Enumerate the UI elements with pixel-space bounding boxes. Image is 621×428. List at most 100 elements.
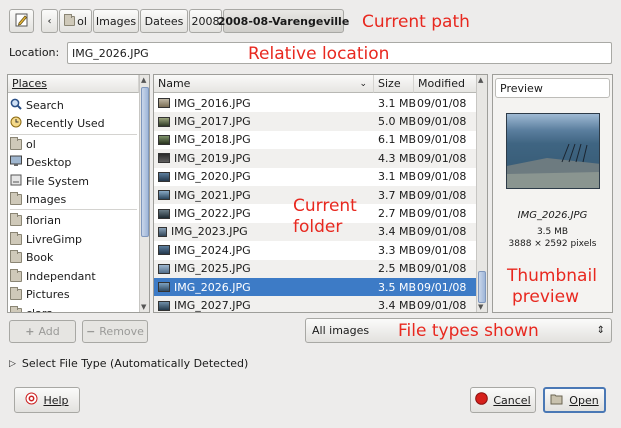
file-row[interactable]: IMG_2016.JPG 3.1 MB 09/01/08	[154, 94, 476, 112]
places-item-label: Images	[26, 192, 67, 206]
file-modified: 09/01/08	[417, 207, 467, 221]
back-button[interactable]: ‹	[41, 9, 58, 33]
annotation-thumbnail-line1: Thumbnail	[507, 266, 597, 286]
image-thumbnail-icon	[158, 263, 170, 274]
remove-bookmark-button[interactable]: − Remove	[82, 320, 148, 343]
file-size: 4.3 MB	[378, 151, 417, 165]
select-file-type-label: Select File Type (Automatically Detected…	[21, 357, 249, 370]
file-modified: 09/01/08	[417, 96, 467, 110]
image-thumbnail-icon	[158, 171, 170, 182]
folder-icon	[10, 212, 22, 226]
places-item-label: File System	[26, 174, 89, 188]
places-separator	[10, 209, 137, 210]
sort-down-arrow-icon: ⌄	[359, 78, 367, 89]
file-size: 3.1 MB	[378, 170, 417, 184]
places-header[interactable]: Places	[8, 75, 139, 93]
places-item-recently-used[interactable]: Recently Used	[10, 114, 105, 132]
places-item-pictures[interactable]: Pictures	[10, 285, 70, 303]
places-item-book[interactable]: Book	[10, 248, 53, 266]
select-file-type-expander[interactable]: ▷ Select File Type (Automatically Detect…	[9, 357, 248, 370]
image-thumbnail-icon	[158, 226, 167, 237]
location-value: IMG_2026.JPG	[72, 46, 149, 60]
places-pane: Places Search Recently Used ol Desktop F…	[7, 74, 150, 313]
help-label: Help	[43, 393, 69, 407]
file-size: 3.4 MB	[378, 299, 417, 313]
file-modified: 09/01/08	[417, 170, 467, 184]
expander-arrow-icon: ▷	[9, 358, 16, 369]
file-row[interactable]: IMG_2017.JPG 5.0 MB 09/01/08	[154, 112, 476, 131]
file-modified: 09/01/08	[417, 225, 467, 239]
open-button[interactable]: Open	[543, 387, 606, 413]
places-item-ol[interactable]: ol	[10, 135, 36, 153]
file-size: 3.1 MB	[378, 96, 417, 110]
column-header-name[interactable]: Name ⌄	[154, 75, 374, 93]
file-name: IMG_2017.JPG	[158, 115, 251, 128]
annotation-current-folder-line2: folder	[293, 217, 343, 237]
file-row-selected[interactable]: IMG_2026.JPG 3.5 MB 09/01/08	[154, 278, 476, 297]
places-item-clara[interactable]: clara	[10, 304, 53, 312]
scroll-down-arrow-icon[interactable]: ▼	[478, 303, 483, 311]
file-name-text: IMG_2022.JPG	[174, 207, 251, 221]
places-scrollbar[interactable]: ▲ ▼	[139, 75, 149, 312]
help-button[interactable]: Help	[14, 387, 80, 413]
places-item-file-system[interactable]: File System	[10, 172, 89, 190]
scroll-up-arrow-icon[interactable]: ▲	[478, 76, 483, 84]
breadcrumb-label: 2008	[191, 14, 220, 28]
file-size: 3.5 MB	[378, 280, 417, 294]
places-item-desktop[interactable]: Desktop	[10, 153, 71, 171]
column-header-modified[interactable]: Modified	[414, 75, 477, 93]
places-item-livregimp[interactable]: LivreGimp	[10, 230, 82, 248]
places-item-independant[interactable]: Independant	[10, 267, 96, 285]
column-header-size[interactable]: Size	[374, 75, 414, 93]
breadcrumb-label: Images	[95, 14, 137, 28]
file-size: 2.7 MB	[378, 207, 417, 221]
breadcrumb-images[interactable]: Images	[93, 9, 139, 33]
file-size: 3.3 MB	[378, 243, 417, 257]
places-item-images[interactable]: Images	[10, 190, 66, 208]
file-row[interactable]: IMG_2024.JPG 3.3 MB 09/01/08	[154, 241, 476, 259]
scroll-up-arrow-icon[interactable]: ▲	[141, 76, 146, 84]
file-name: IMG_2024.JPG	[158, 244, 251, 257]
filter-value: All images	[312, 324, 370, 337]
image-thumbnail-icon	[158, 300, 170, 311]
places-item-label: Search	[26, 98, 64, 112]
places-item-florian[interactable]: florian	[10, 211, 61, 229]
file-name-text: IMG_2026.JPG	[174, 280, 251, 294]
file-modified: 09/01/08	[417, 188, 467, 202]
file-row[interactable]: IMG_2018.JPG 6.1 MB 09/01/08	[154, 131, 476, 149]
breadcrumb-label: ol	[77, 14, 87, 28]
file-size: 5.0 MB	[378, 115, 417, 129]
breadcrumb-label: 2008-08-Varengeville	[217, 14, 350, 28]
file-list-scrollbar[interactable]: ▲ ▼	[476, 75, 487, 312]
file-row[interactable]: IMG_2020.JPG 3.1 MB 09/01/08	[154, 168, 476, 186]
file-name-text: IMG_2018.JPG	[174, 133, 251, 147]
minus-icon: −	[86, 325, 96, 338]
cancel-label: Cancel	[493, 393, 531, 407]
file-name: IMG_2026.JPG	[158, 281, 251, 294]
file-row[interactable]: IMG_2025.JPG 2.5 MB 09/01/08	[154, 259, 476, 278]
cancel-button[interactable]: Cancel	[470, 387, 536, 413]
breadcrumb-datees[interactable]: Datees	[140, 9, 188, 33]
edit-location-button[interactable]	[9, 9, 34, 33]
annotation-current-folder-line1: Current	[293, 196, 357, 216]
file-row[interactable]: IMG_2027.JPG 3.4 MB 09/01/08	[154, 296, 476, 313]
image-thumbnail-icon	[158, 190, 170, 201]
file-name: IMG_2021.JPG	[158, 189, 251, 202]
annotation-thumbnail-line2: preview	[512, 287, 580, 307]
file-size: 3.4 MB	[378, 225, 417, 239]
add-bookmark-button[interactable]: + Add	[9, 320, 76, 343]
places-item-label: Independant	[26, 269, 96, 283]
places-item-label: florian	[26, 213, 61, 227]
home-folder-icon	[64, 14, 76, 26]
breadcrumb-label: Datees	[144, 14, 184, 28]
file-row[interactable]: IMG_2019.JPG 4.3 MB 09/01/08	[154, 149, 476, 168]
places-scroll-thumb[interactable]	[141, 87, 149, 237]
pencil-icon	[15, 13, 29, 30]
cancel-icon	[475, 392, 489, 408]
scroll-down-arrow-icon[interactable]: ▼	[141, 303, 146, 311]
file-list-scroll-thumb[interactable]	[478, 271, 486, 303]
places-item-search[interactable]: Search	[10, 96, 64, 114]
breadcrumb-2008-08-varengeville[interactable]: 2008-08-Varengeville	[218, 9, 349, 33]
breadcrumb-ol[interactable]: ol	[59, 9, 92, 33]
file-name-text: IMG_2017.JPG	[174, 115, 251, 129]
